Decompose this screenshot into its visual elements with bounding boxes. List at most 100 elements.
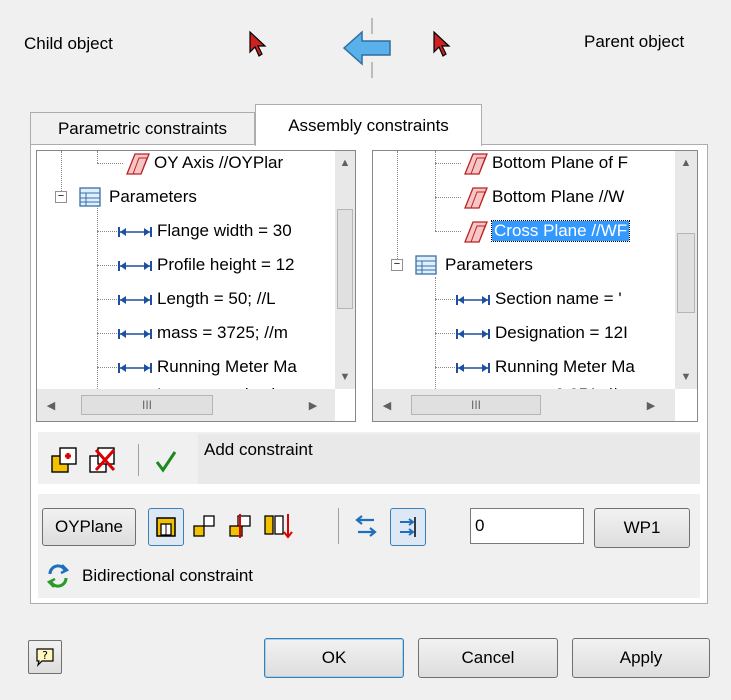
- bidirectional-label: Bidirectional constraint: [82, 566, 254, 585]
- tree-item-label: Bottom Plane of F: [492, 153, 629, 172]
- tree-item-selected[interactable]: Cross Plane //WF: [461, 217, 631, 245]
- parameters-icon: [77, 185, 103, 209]
- tree-item[interactable]: Bottom Plane //W: [461, 183, 624, 211]
- dimension-icon: [455, 292, 491, 306]
- direction-arrow-icon[interactable]: [342, 18, 402, 78]
- scroll-thumb[interactable]: [677, 233, 695, 313]
- ok-button-label: OK: [321, 648, 347, 667]
- oyplane-button[interactable]: OYPlane: [42, 508, 136, 546]
- tree-item[interactable]: Designation = 12I: [455, 319, 628, 347]
- tree-item-label: Flange width = 30: [157, 221, 292, 240]
- flip-align-icon[interactable]: [262, 510, 294, 540]
- scroll-grip: III: [470, 398, 481, 412]
- scroll-right-icon[interactable]: ▶: [303, 395, 323, 415]
- options-separator: [338, 508, 339, 544]
- help-icon: ?: [34, 646, 56, 668]
- tree-item[interactable]: Flange width = 30: [117, 217, 292, 245]
- offset-value-input[interactable]: [470, 508, 584, 544]
- tree-item-parameters[interactable]: Parameters: [413, 251, 533, 279]
- scroll-thumb[interactable]: III: [411, 395, 541, 415]
- collapse-toggle[interactable]: −: [391, 259, 403, 271]
- scroll-right-icon[interactable]: ▶: [641, 395, 661, 415]
- tree-item-label: mass = 3725; //m: [157, 323, 288, 342]
- ok-button[interactable]: OK: [264, 638, 404, 678]
- cancel-button-label: Cancel: [461, 648, 515, 667]
- tree-item-parameters[interactable]: Parameters: [77, 183, 197, 211]
- right-tree-view[interactable]: Bottom Plane of F Bottom Plane //W Cross…: [372, 150, 698, 422]
- offset-icon: [396, 515, 420, 539]
- scroll-left-icon[interactable]: ◀: [41, 395, 61, 415]
- dimension-icon: [117, 326, 153, 340]
- tree-item[interactable]: Profile height = 12: [117, 251, 295, 279]
- tree-item[interactable]: Running Meter Ma: [117, 353, 297, 381]
- scroll-down-icon[interactable]: ▼: [675, 367, 697, 387]
- tree-item-label: OY Axis //OYPlar: [154, 153, 284, 172]
- scroll-thumb[interactable]: III: [81, 395, 213, 415]
- tree-item[interactable]: OY Axis //OYPlar: [123, 151, 284, 177]
- right-vertical-scrollbar[interactable]: ▲ ▼: [675, 151, 697, 389]
- tree-item-label: Profile height = 12: [157, 255, 295, 274]
- tab-label: Parametric constraints: [57, 118, 228, 138]
- cancel-button[interactable]: Cancel: [418, 638, 558, 678]
- left-vertical-scrollbar[interactable]: ▲ ▼: [335, 151, 355, 389]
- tab-assembly-constraints[interactable]: Assembly constraints: [255, 104, 482, 146]
- tree-item-label: Running Meter Ma: [157, 357, 297, 376]
- collapse-toggle[interactable]: −: [55, 191, 67, 203]
- right-horizontal-scrollbar[interactable]: ◀ III ▶: [373, 389, 675, 421]
- offset-toggle-button[interactable]: [390, 508, 426, 546]
- help-button[interactable]: ?: [28, 640, 62, 674]
- toolbar-separator: [138, 444, 139, 476]
- plane-icon: [461, 184, 489, 210]
- center-align-icon[interactable]: [226, 512, 254, 540]
- confirm-check-icon[interactable]: [154, 448, 178, 474]
- scroll-up-icon[interactable]: ▲: [675, 153, 697, 173]
- tree-item-label: Parameters: [109, 187, 197, 206]
- tree-item-label: Running Meter Ma: [495, 357, 635, 376]
- apply-button[interactable]: Apply: [572, 638, 710, 678]
- tree-item[interactable]: Running Meter Ma: [455, 353, 635, 381]
- wp1-button[interactable]: WP1: [594, 508, 690, 548]
- tree-item[interactable]: Length = 50; //L: [117, 285, 276, 313]
- tree-item[interactable]: Bottom Plane of F: [461, 151, 629, 177]
- scroll-grip: III: [141, 398, 152, 412]
- tree-item-label: Length = 50; //L: [157, 289, 276, 308]
- dimension-icon: [117, 224, 153, 238]
- apply-button-label: Apply: [619, 648, 663, 667]
- align-toggle-button[interactable]: [148, 508, 184, 546]
- corner-align-icon[interactable]: [192, 512, 218, 540]
- dimension-icon: [117, 258, 153, 272]
- bidirectional-icon[interactable]: [46, 562, 70, 590]
- child-cursor-icon[interactable]: [248, 30, 268, 58]
- wp1-button-label: WP1: [623, 518, 661, 537]
- dimension-icon: [455, 360, 491, 374]
- add-constraint-icon[interactable]: [50, 446, 78, 474]
- tree-item-label: Section name = ': [495, 289, 622, 308]
- align-icon: [154, 515, 178, 539]
- scroll-up-icon[interactable]: ▲: [335, 153, 355, 173]
- tree-item[interactable]: Section name = ': [455, 285, 622, 313]
- left-horizontal-scrollbar[interactable]: ◀ III ▶: [37, 389, 335, 421]
- constraint-status-box: Add constraint: [198, 434, 700, 484]
- dimension-icon: [117, 292, 153, 306]
- left-tree-view[interactable]: OY Axis //OYPlar − Parameters Flange wid…: [36, 150, 356, 422]
- dimension-icon: [455, 326, 491, 340]
- svg-text:?: ?: [42, 649, 48, 662]
- delete-constraint-icon[interactable]: [88, 446, 118, 474]
- oyplane-button-label: OYPlane: [54, 517, 124, 536]
- tree-item-label: Parameters: [445, 255, 533, 274]
- scroll-thumb[interactable]: [337, 209, 353, 309]
- scroll-left-icon[interactable]: ◀: [377, 395, 397, 415]
- parent-object-label: Parent object: [584, 32, 685, 51]
- plane-icon: [461, 151, 489, 176]
- tab-parametric-constraints[interactable]: Parametric constraints: [30, 112, 255, 144]
- plane-icon: [461, 218, 489, 244]
- tree-item-label: Cross Plane //WF: [490, 220, 631, 242]
- tree-item[interactable]: mass = 3725; //m: [117, 319, 288, 347]
- parent-cursor-icon[interactable]: [432, 30, 452, 58]
- swap-direction-icon[interactable]: [352, 512, 380, 540]
- parameters-icon: [413, 253, 439, 277]
- scroll-down-icon[interactable]: ▼: [335, 367, 355, 387]
- child-object-label: Child object: [24, 34, 113, 53]
- constraint-status-text: Add constraint: [204, 440, 313, 459]
- plane-icon: [123, 151, 151, 176]
